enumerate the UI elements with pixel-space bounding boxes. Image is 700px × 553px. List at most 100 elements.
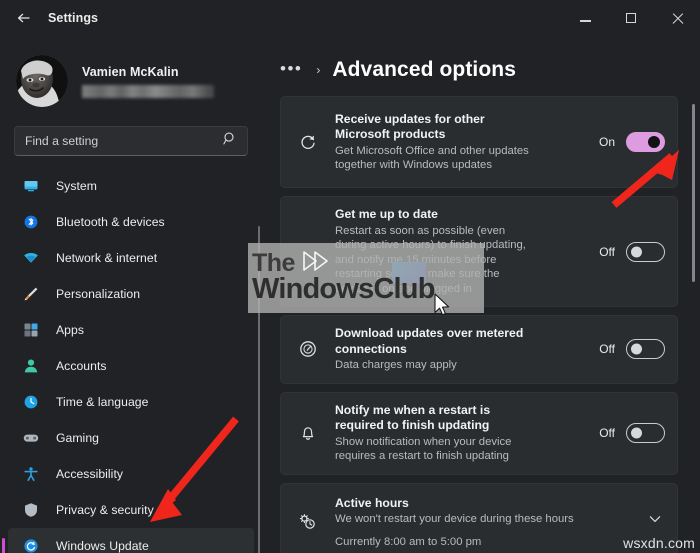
setting-title: Receive updates for other Microsoft prod… [335, 111, 485, 142]
toggle-knob [631, 343, 642, 355]
person-icon [22, 357, 40, 375]
gauge-icon [295, 339, 321, 359]
brush-icon [22, 285, 40, 303]
toggle-switch[interactable] [626, 339, 665, 360]
avatar-photo-icon [16, 55, 68, 107]
toggle-knob [648, 136, 660, 148]
bluetooth-icon [22, 213, 40, 231]
settings-window: Settings Vamien McKalin Find a setting S… [0, 0, 700, 553]
bell-icon [295, 423, 321, 443]
toggle-knob [631, 427, 642, 439]
sidebar-item-label: Accessibility [56, 466, 124, 481]
setting-card-text: Download updates over metered connection… [321, 326, 599, 373]
setting-card-metered-connections[interactable]: Download updates over metered connection… [280, 315, 678, 384]
setting-control: Off [599, 339, 665, 360]
toggle-switch[interactable] [626, 241, 665, 262]
sidebar-item-personalization[interactable]: Personalization [8, 276, 254, 311]
sidebar-item-label: System [56, 178, 97, 193]
mouse-cursor-icon [434, 293, 452, 324]
chevron-down-icon[interactable] [647, 511, 663, 532]
avatar [16, 55, 68, 107]
setting-title: Active hours [335, 495, 409, 510]
search-icon [223, 132, 237, 151]
sidebar-item-gaming[interactable]: Gaming [8, 420, 254, 455]
toggle-knob [631, 246, 642, 257]
toggle-state-label: Off [599, 342, 615, 357]
title-bar: Settings [0, 0, 700, 36]
search-placeholder: Find a setting [25, 134, 99, 148]
profile-block[interactable]: Vamien McKalin [0, 36, 262, 110]
sidebar-item-label: Privacy & security [56, 502, 154, 517]
page-title: Advanced options [332, 58, 516, 81]
toggle-switch[interactable] [626, 423, 665, 443]
refresh-icon [295, 132, 321, 152]
setting-title: Get me up to date [335, 207, 438, 221]
setting-subtitle: Get Microsoft Office and other updates t… [335, 144, 529, 172]
setting-card-microsoft-products[interactable]: Receive updates for other Microsoft prod… [280, 96, 678, 188]
apps-icon [22, 321, 40, 339]
minimize-icon [579, 20, 591, 22]
active-hours-current: Currently 8:00 am to 5:00 pm [335, 535, 482, 548]
maximize-button[interactable] [608, 0, 654, 36]
sidebar-item-label: Apps [56, 322, 84, 337]
sidebar-item-label: Gaming [56, 430, 99, 445]
profile-name: Vamien McKalin [82, 64, 179, 79]
maximize-icon [626, 13, 636, 23]
back-button[interactable] [8, 3, 40, 33]
watermark-site: wsxdn.com [623, 535, 695, 551]
sidebar-item-label: Personalization [56, 286, 141, 301]
wifi-icon [22, 249, 40, 267]
display-icon [22, 177, 40, 195]
sidebar-item-network-internet[interactable]: Network & internet [8, 240, 254, 275]
sidebar-item-accounts[interactable]: Accounts [8, 348, 254, 383]
setting-card-notify-restart[interactable]: Notify me when a restart is required to … [280, 391, 678, 475]
sidebar-nav: System Bluetooth & devices Network & int… [0, 168, 262, 553]
search-input[interactable]: Find a setting [14, 126, 248, 156]
setting-control [647, 511, 665, 532]
setting-card-text: Active hours We won't restart your devic… [321, 496, 647, 548]
setting-subtitle: We won't restart your device during thes… [335, 513, 574, 525]
clock-settings-icon [295, 512, 321, 532]
window-controls [562, 0, 700, 36]
back-arrow-icon [17, 13, 30, 23]
play-button-icon [302, 250, 328, 277]
minimize-button[interactable] [562, 0, 608, 36]
shield-icon [22, 501, 40, 519]
sidebar-item-label: Network & internet [56, 250, 158, 265]
sidebar-item-label: Accounts [56, 358, 107, 373]
sidebar-item-system[interactable]: System [8, 168, 254, 203]
toggle-switch[interactable] [626, 132, 665, 152]
sidebar-item-time-language[interactable]: Time & language [8, 384, 254, 419]
settings-card-list: Receive updates for other Microsoft prod… [262, 88, 700, 553]
sidebar: Vamien McKalin Find a setting System Blu… [0, 36, 262, 553]
clock-icon [22, 393, 40, 411]
update-icon [22, 537, 40, 553]
sidebar-item-bluetooth-devices[interactable]: Bluetooth & devices [8, 204, 254, 239]
sidebar-item-privacy-security[interactable]: Privacy & security [8, 492, 254, 527]
setting-subtitle: Show notification when your device requi… [335, 435, 512, 463]
gamepad-icon [22, 429, 40, 447]
sidebar-item-accessibility[interactable]: Accessibility [8, 456, 254, 491]
sidebar-item-label: Windows Update [56, 538, 149, 553]
toggle-state-label: On [598, 135, 615, 149]
accessibility-icon [22, 465, 40, 483]
breadcrumb: ••• › Advanced options [262, 36, 700, 88]
sidebar-item-label: Bluetooth & devices [56, 214, 165, 229]
toggle-state-label: Off [599, 426, 615, 440]
setting-card-active-hours[interactable]: Active hours We won't restart your devic… [280, 482, 678, 553]
search-wrapper: Find a setting [0, 110, 262, 156]
window-title: Settings [48, 11, 99, 25]
setting-control: Off [599, 423, 665, 443]
setting-subtitle: Data charges may apply [335, 359, 457, 371]
setting-control: On [599, 132, 665, 152]
sidebar-item-windows-update[interactable]: Windows Update [8, 528, 254, 553]
profile-text: Vamien McKalin [82, 65, 214, 98]
close-button[interactable] [654, 0, 700, 36]
content-scrollbar-thumb[interactable] [692, 104, 695, 282]
breadcrumb-overflow-button[interactable]: ••• [280, 60, 302, 77]
profile-email-redacted [82, 84, 214, 98]
setting-card-text: Notify me when a restart is required to … [321, 403, 599, 464]
close-icon [671, 12, 684, 25]
sidebar-item-apps[interactable]: Apps [8, 312, 254, 347]
setting-title: Notify me when a restart is required to … [335, 402, 491, 433]
